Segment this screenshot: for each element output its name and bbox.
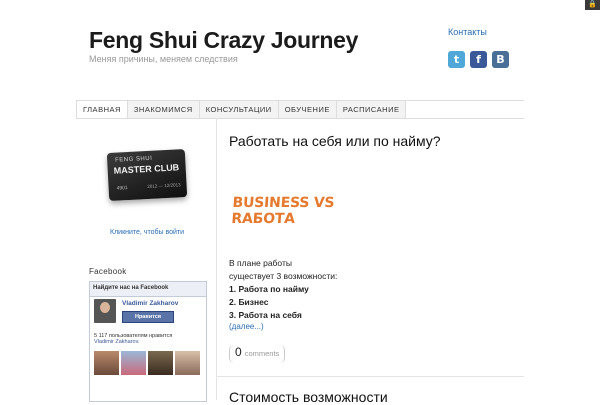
column-divider bbox=[216, 119, 217, 400]
nav-item-home[interactable]: ГЛАВНАЯ bbox=[76, 101, 128, 118]
contacts-link[interactable]: Контакты bbox=[448, 27, 487, 37]
post-title[interactable]: Стоимость возможности bbox=[229, 389, 388, 405]
card-number: 4901 bbox=[116, 185, 128, 192]
master-club-card[interactable]: FENG SHUI MASTER CLUB 4901 2012 — 12/201… bbox=[106, 148, 188, 202]
post-image[interactable]: BUSINESS VS RAБОТА bbox=[229, 166, 377, 242]
excerpt-line: В плане работы bbox=[229, 258, 292, 268]
comments-link[interactable]: 0 comments bbox=[229, 345, 286, 363]
excerpt-line: существует 3 возможности: bbox=[229, 271, 338, 281]
twitter-icon[interactable]: t bbox=[448, 51, 465, 68]
nav-item-consultations[interactable]: КОНСУЛЬТАЦИИ bbox=[199, 101, 279, 118]
fan-avatar[interactable] bbox=[121, 351, 146, 375]
nav-item-about[interactable]: ЗНАКОМИМСЯ bbox=[127, 101, 200, 118]
facebook-like-button[interactable]: Нравится bbox=[122, 311, 174, 323]
nav-divider-bottom bbox=[76, 118, 524, 119]
facebook-likes-name[interactable]: Vladimir Zakharov. bbox=[94, 339, 139, 345]
lock-icon[interactable]: 🔒 bbox=[585, 0, 600, 10]
fan-avatar[interactable] bbox=[148, 351, 173, 375]
comments-label: comments bbox=[244, 349, 280, 358]
excerpt-list-item: 2. Бизнес bbox=[229, 297, 269, 307]
facebook-section-title: Facebook bbox=[89, 267, 127, 276]
post-excerpt: В плане работы существует 3 возможности:… bbox=[229, 257, 337, 322]
excerpt-list-item: 3. Работа на себя bbox=[229, 310, 302, 320]
social-links: t f B bbox=[448, 51, 509, 68]
site-title[interactable]: Feng Shui Crazy Journey bbox=[89, 27, 358, 54]
vkontakte-icon[interactable]: B bbox=[492, 51, 509, 68]
comments-count: 0 bbox=[235, 345, 242, 359]
facebook-page-avatar[interactable] bbox=[94, 299, 116, 323]
nav-item-schedule[interactable]: РАСПИСАНИЕ bbox=[336, 101, 407, 118]
excerpt-list-item: 1. Работа по найму bbox=[229, 284, 309, 294]
facebook-faces bbox=[94, 351, 200, 375]
facebook-page-name[interactable]: Vladimir Zakharov bbox=[122, 300, 178, 307]
nav-item-training[interactable]: ОБУЧЕНИЕ bbox=[278, 101, 337, 118]
login-link[interactable]: Кликните, чтобы войти bbox=[110, 229, 184, 236]
site-tagline: Меняя причины, меняем следствия bbox=[89, 54, 238, 64]
facebook-widget-header: Найдите нас на Facebook bbox=[90, 282, 206, 297]
post-separator bbox=[217, 376, 524, 377]
post-image-text: BUSINESS VS RAБОТА bbox=[230, 195, 335, 227]
post-title[interactable]: Работать на себя или по найму? bbox=[229, 133, 441, 149]
read-more-link[interactable]: (далее...) bbox=[229, 322, 264, 331]
card-line1: FENG SHUI bbox=[115, 155, 153, 164]
fan-avatar[interactable] bbox=[175, 351, 200, 375]
facebook-icon[interactable]: f bbox=[470, 51, 487, 68]
facebook-widget: Найдите нас на Facebook Vladimir Zakharo… bbox=[89, 281, 207, 402]
main-nav: ГЛАВНАЯ ЗНАКОМИМСЯ КОНСУЛЬТАЦИИ ОБУЧЕНИЕ… bbox=[76, 101, 407, 118]
fan-avatar[interactable] bbox=[94, 351, 119, 375]
card-validity: 2012 — 12/2013 bbox=[147, 182, 181, 189]
card-line2: MASTER CLUB bbox=[113, 162, 180, 176]
